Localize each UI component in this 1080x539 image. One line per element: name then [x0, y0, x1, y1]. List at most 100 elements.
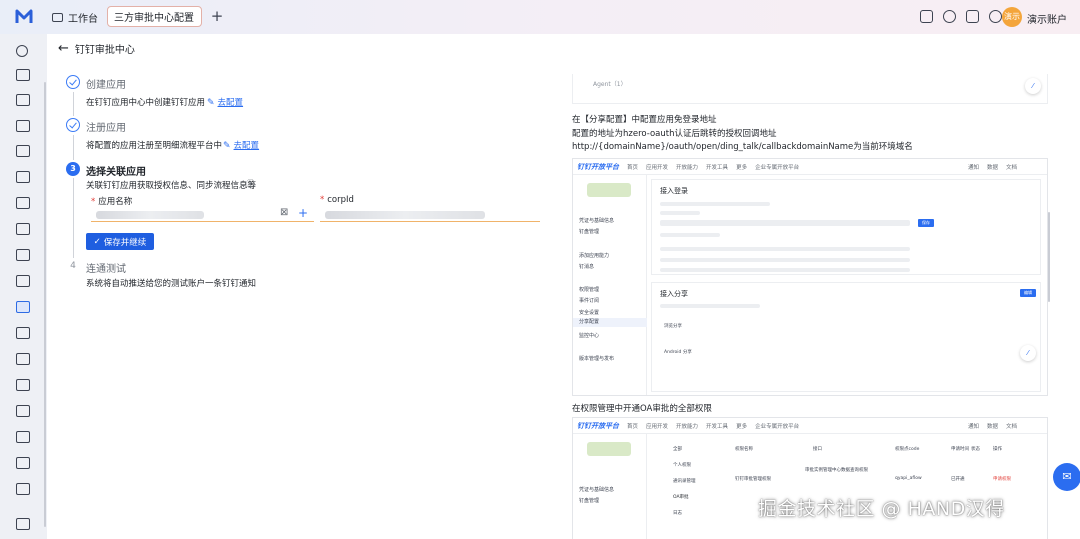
shot2-filter: 全部: [673, 447, 682, 452]
shot1-side-item: 钉消息: [579, 264, 595, 270]
shot2-cell: 已开通: [951, 477, 965, 482]
shot1-nav-right: 通知: [967, 164, 979, 171]
shot1-brand: 钉钉开放平台: [577, 162, 619, 171]
nav-icon-8[interactable]: [16, 249, 30, 261]
shot2-nav-right: 文档: [1005, 423, 1017, 430]
shot1-login-panel: 接入登录 保存: [651, 179, 1041, 275]
more-icon[interactable]: [989, 10, 1002, 23]
step1-config-link[interactable]: ✎ 去配置: [207, 96, 243, 108]
step3-title: 选择关联应用: [86, 167, 146, 178]
shot2-nav-item: 应用开发: [646, 423, 669, 430]
shot2-nav-right: 数据: [986, 423, 998, 430]
shot2-side-item: 凭证与基础信息: [579, 487, 615, 493]
shot1-text-bar: [660, 233, 720, 237]
doc-image-top: Agent（1） ⁄: [572, 74, 1048, 104]
help-icon[interactable]: [943, 10, 956, 23]
doc-panel: Agent（1） ⁄ 在【分享配置】中配置应用免登录地址 配置的地址为hzero…: [558, 74, 1058, 539]
shot1-nav-item: 开放能力: [676, 164, 699, 171]
nav-icon-13[interactable]: [16, 379, 30, 391]
nav-icon-1[interactable]: [16, 69, 30, 81]
edit-icon: ✎: [207, 98, 215, 108]
corpid-label: * corpId: [320, 195, 354, 205]
tab-workbench[interactable]: 工作台: [52, 8, 98, 26]
nav-icon-2[interactable]: [16, 94, 30, 106]
shot1-share-title: 接入分享: [660, 290, 688, 298]
feedback-icon: ⁄: [1025, 78, 1041, 94]
shot2-col-header: 接口: [813, 447, 822, 452]
shot1-share-panel: 接入分享 编辑 浏览分享 Android 分享 ⁄: [651, 282, 1041, 392]
shot2-col-header: 操作: [993, 447, 1002, 452]
app-name-label: * 应用名称: [91, 197, 133, 207]
shot1-side-item: 钉盘管理: [579, 229, 600, 235]
shot1-nav: 钉钉开放平台 首页 应用开发 开放能力 开发工具 更多 企业专属开放平台 通知 …: [573, 159, 1047, 175]
doc-scrollbar[interactable]: [1048, 212, 1050, 302]
tab-approval-config[interactable]: 三方审批中心配置: [107, 6, 202, 27]
clear-icon[interactable]: ⊠: [280, 207, 288, 218]
nav-icon-6[interactable]: [16, 197, 30, 209]
back-header[interactable]: ← 钉钉审批中心: [58, 41, 135, 56]
doc-heading-1: 在【分享配置】中配置应用免登录地址: [572, 115, 717, 125]
collapse-menu-icon[interactable]: [16, 518, 30, 530]
step1-title: 创建应用: [86, 80, 126, 91]
notification-icon[interactable]: [920, 10, 933, 23]
doc-paragraph-1: 配置的地址为hzero-oauth认证后跳转的授权回调地址http://{dom…: [572, 129, 913, 152]
shot1-sidebar: 凭证与基础信息 钉盘管理 添加应用能力 钉消息 权限管理 事件订阅 安全设置 分…: [573, 175, 647, 395]
nav-icon-15[interactable]: [16, 431, 30, 443]
account-name[interactable]: 演示账户: [1027, 11, 1067, 26]
shot1-side-item: 凭证与基础信息: [579, 218, 615, 224]
corpid-label-text: corpId: [327, 195, 354, 205]
step3-desc: 关联钉钉应用获取授权信息、同步流程信息等: [86, 181, 257, 191]
save-continue-label: 保存并继续: [103, 237, 147, 248]
step2-config-link[interactable]: ✎ 去配置: [223, 139, 259, 151]
nav-icon-12[interactable]: [16, 353, 30, 365]
shot1-nav-item: 应用开发: [646, 164, 669, 171]
nav-icon-9[interactable]: [16, 275, 30, 287]
search-icon[interactable]: [16, 45, 28, 57]
nav-icon-14[interactable]: [16, 405, 30, 417]
nav-icon-4[interactable]: [16, 145, 30, 157]
add-tab-button[interactable]: +: [208, 6, 226, 26]
step2-desc: 将配置的应用注册至明细流程平台中: [86, 141, 223, 151]
doc-heading-2: 在权限管理中开通OA审批的全部权限: [572, 404, 712, 414]
tab-approval-config-label: 三方审批中心配置: [114, 13, 194, 24]
shot1-nav-item: 开发工具: [706, 164, 729, 171]
shot2-filter-selected: OA审批: [673, 495, 689, 500]
shot1-feedback-icon: ⁄: [1020, 345, 1036, 361]
shot1-input-bar: [660, 220, 910, 226]
nav-icon-3[interactable]: [16, 120, 30, 132]
shot1-text-bar: [660, 268, 910, 272]
nav-icon-approval[interactable]: [16, 301, 30, 313]
nav-icon-11[interactable]: [16, 327, 30, 339]
shot2-cell: qyapi_aflow: [895, 476, 922, 481]
shot2-filter: 个人权限: [673, 463, 691, 468]
shot2-nav-item: 企业专属开放平台: [755, 423, 800, 430]
shot2-col-header: 申请时间: [951, 447, 969, 452]
app-logo-icon[interactable]: [14, 7, 34, 27]
shot1-save-button: 保存: [918, 219, 934, 227]
watermark: 掘金技术社区 @ HAND汉得: [758, 498, 1005, 520]
step4-number: 4: [70, 261, 76, 271]
shot2-nav: 钉钉开放平台 首页 应用开发 开放能力 开发工具 更多 企业专属开放平台 通知 …: [573, 418, 1047, 434]
nav-icon-16[interactable]: [16, 457, 30, 469]
shot1-side-item: 权限管理: [579, 287, 600, 293]
shot1-side-item: 安全设置: [579, 310, 600, 316]
step1-config-link-label: 去配置: [217, 98, 244, 108]
nav-icon-5[interactable]: [16, 171, 30, 183]
chat-icon: ✉: [1062, 470, 1072, 483]
shot2-sidebar: 凭证与基础信息 钉盘管理: [573, 434, 647, 539]
app-name-value: [96, 211, 204, 219]
step3-connector: [73, 178, 74, 258]
add-icon[interactable]: +: [298, 206, 308, 220]
nav-icon-17[interactable]: [16, 483, 30, 495]
avatar[interactable]: 演示: [1002, 7, 1022, 27]
chat-assistant-button[interactable]: ✉: [1053, 463, 1080, 491]
shot1-row: Android 分享: [664, 350, 692, 355]
shot2-nav-item: 开发工具: [706, 423, 729, 430]
back-arrow-icon[interactable]: ←: [58, 41, 69, 56]
help-circle-icon[interactable]: ⓘ: [246, 177, 255, 190]
rail-scrollbar[interactable]: [44, 82, 46, 527]
save-continue-button[interactable]: ✓ 保存并继续: [86, 233, 154, 250]
shot1-row: 浏览分享: [664, 324, 682, 329]
shirt-icon[interactable]: [966, 10, 979, 23]
nav-icon-7[interactable]: [16, 223, 30, 235]
